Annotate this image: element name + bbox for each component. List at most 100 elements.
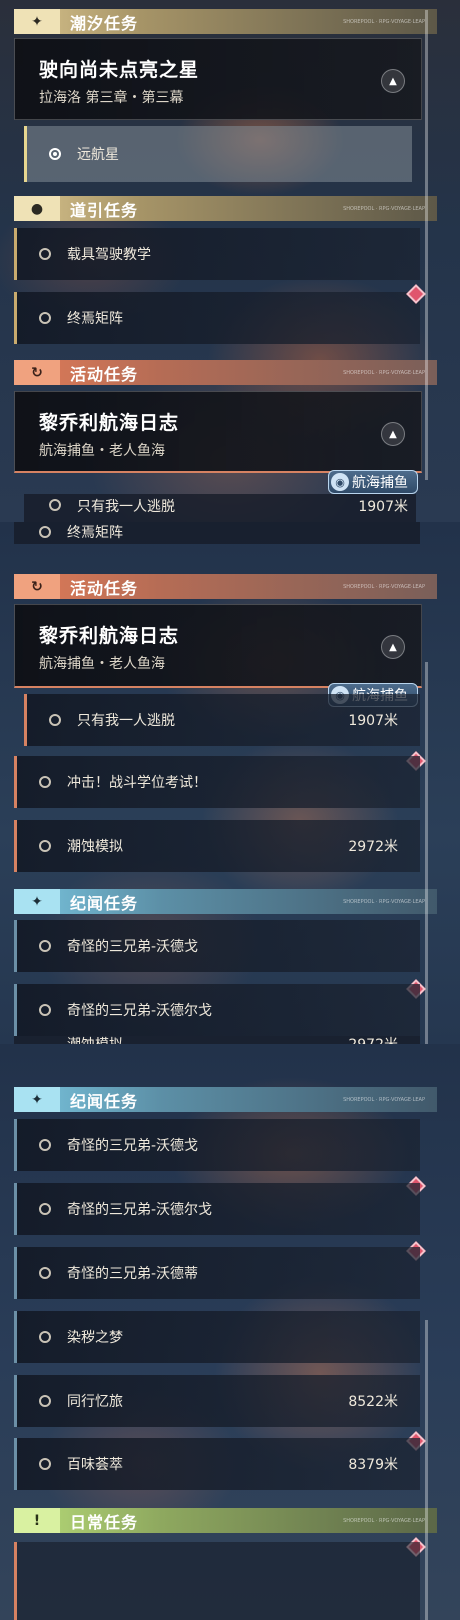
quest-name: 载具驾驶教学 xyxy=(67,247,151,263)
category-header-legend[interactable]: ✦ 纪闻任务 SHOREPOOL · RPG·VOYAGE·LEAP xyxy=(14,889,437,914)
category-label: 纪闻任务 xyxy=(70,893,139,913)
category-label: 道引任务 xyxy=(70,200,139,220)
quest-item[interactable]: 奇怪的三兄弟-沃德蒂 xyxy=(14,1247,420,1299)
collapse-button[interactable]: ▲ xyxy=(381,422,405,446)
main-quest-card[interactable]: 驶向尚未点亮之星 拉海洛 第三章・第三幕 ▲ xyxy=(14,38,422,120)
sparkle-icon: ✦ xyxy=(14,889,60,914)
radio-icon xyxy=(39,1395,51,1407)
category-label: 活动任务 xyxy=(70,578,139,598)
category-tiny-text: SHOREPOOL · RPG·VOYAGE·LEAP xyxy=(343,18,425,25)
scrollbar[interactable] xyxy=(425,662,428,1044)
radio-icon xyxy=(39,776,51,788)
category-header-tide[interactable]: ✦ 潮汐任务 SHOREPOOL · RPG·VOYAGE·LEAP xyxy=(14,9,437,34)
quest-name: 只有我一人逃脱 xyxy=(77,713,175,729)
chevron-up-icon: ▲ xyxy=(389,428,397,440)
category-header-legend[interactable]: ✦ 纪闻任务 SHOREPOOL · RPG·VOYAGE·LEAP xyxy=(14,1087,437,1112)
category-label: 活动任务 xyxy=(70,364,139,384)
quest-item[interactable]: 终焉矩阵 xyxy=(14,292,420,344)
category-tiny-text: SHOREPOOL · RPG·VOYAGE·LEAP xyxy=(343,1096,425,1103)
quest-distance: 8522米 xyxy=(348,1394,398,1410)
category-label: 日常任务 xyxy=(70,1512,139,1532)
quest-subtitle: 航海捕鱼・老人鱼海 xyxy=(39,443,165,459)
chevron-up-icon: ▲ xyxy=(389,75,397,87)
quest-item[interactable]: 百味荟萃 8379米 xyxy=(14,1438,420,1490)
quest-item-partial[interactable]: 终焉矩阵 xyxy=(14,522,420,544)
exclamation-icon: ! xyxy=(14,1508,60,1533)
radio-icon xyxy=(49,714,61,726)
quest-distance: 2972米 xyxy=(348,1036,398,1044)
collapse-button[interactable]: ▲ xyxy=(381,69,405,93)
refresh-icon: ↻ xyxy=(14,360,60,385)
radio-icon xyxy=(39,1458,51,1470)
category-label: 潮汐任务 xyxy=(70,13,139,33)
quest-name: 奇怪的三兄弟-沃德戈 xyxy=(67,1138,199,1154)
quest-item-selected[interactable]: 远航星 xyxy=(24,126,412,182)
quest-distance: 1907米 xyxy=(358,499,408,515)
quest-item-partial[interactable]: 只有我一人逃脱 1907米 xyxy=(24,494,416,522)
event-quest-card[interactable]: 黎乔利航海日志 航海捕鱼・老人鱼海 ▲ xyxy=(14,391,422,473)
category-header-event[interactable]: ↻ 活动任务 SHOREPOOL · RPG·VOYAGE·LEAP xyxy=(14,360,437,385)
quest-item[interactable]: 奇怪的三兄弟-沃德尔戈 xyxy=(14,1183,420,1235)
radio-icon xyxy=(39,1267,51,1279)
radio-icon xyxy=(39,312,51,324)
radio-icon xyxy=(39,1203,51,1215)
quest-name: 百味荟萃 xyxy=(67,1457,123,1473)
category-tiny-text: SHOREPOOL · RPG·VOYAGE·LEAP xyxy=(343,898,425,905)
radio-icon xyxy=(39,526,51,538)
category-header-event[interactable]: ↻ 活动任务 SHOREPOOL · RPG·VOYAGE·LEAP xyxy=(14,574,437,599)
quest-item-partial[interactable] xyxy=(14,1542,420,1620)
fishing-badge: ◉ 航海捕鱼 xyxy=(328,470,418,494)
radio-icon xyxy=(39,1331,51,1343)
quest-name: 染秽之梦 xyxy=(67,1330,123,1346)
sparkle-icon: ✦ xyxy=(14,9,60,34)
quest-distance: 2972米 xyxy=(348,839,398,855)
quest-item[interactable]: 奇怪的三兄弟-沃德戈 xyxy=(14,920,420,972)
quest-item[interactable]: 冲击！战斗学位考试！ xyxy=(14,756,420,808)
quest-name: 冲击！战斗学位考试！ xyxy=(67,775,207,791)
quest-item[interactable]: 染秽之梦 xyxy=(14,1311,420,1363)
map-pin-icon: ● xyxy=(14,196,60,221)
quest-item[interactable]: 奇怪的三兄弟-沃德戈 xyxy=(14,1119,420,1171)
radio-icon xyxy=(49,499,61,511)
quest-name: 同行忆旅 xyxy=(67,1394,123,1410)
quest-name: 潮蚀模拟 xyxy=(67,1036,123,1044)
event-quest-card[interactable]: 黎乔利航海日志 航海捕鱼・老人鱼海 ▲ xyxy=(14,604,422,688)
quest-item[interactable]: 载具驾驶教学 xyxy=(14,228,420,280)
quest-distance: 8379米 xyxy=(348,1457,398,1473)
quest-title: 黎乔利航海日志 xyxy=(39,412,180,434)
chevron-up-icon: ▲ xyxy=(389,641,397,653)
quest-name: 远航星 xyxy=(77,147,119,163)
quest-item-partial[interactable]: 潮蚀模拟 2972米 xyxy=(14,1036,420,1044)
quest-name: 终焉矩阵 xyxy=(67,525,123,541)
quest-item[interactable]: 只有我一人逃脱 1907米 xyxy=(24,694,420,746)
scrollbar[interactable] xyxy=(425,10,428,480)
quest-title: 黎乔利航海日志 xyxy=(39,625,180,647)
badge-label: 航海捕鱼 xyxy=(352,475,408,491)
category-tiny-text: SHOREPOOL · RPG·VOYAGE·LEAP xyxy=(343,1517,425,1524)
category-tiny-text: SHOREPOOL · RPG·VOYAGE·LEAP xyxy=(343,583,425,590)
category-tiny-text: SHOREPOOL · RPG·VOYAGE·LEAP xyxy=(343,205,425,212)
quest-title: 驶向尚未点亮之星 xyxy=(39,59,200,81)
quest-item[interactable]: 潮蚀模拟 2972米 xyxy=(14,820,420,872)
category-tiny-text: SHOREPOOL · RPG·VOYAGE·LEAP xyxy=(343,369,425,376)
radio-icon xyxy=(39,248,51,260)
scrollbar[interactable] xyxy=(425,1320,428,1620)
quest-panel-segment-3: ✦ 纪闻任务 SHOREPOOL · RPG·VOYAGE·LEAP 奇怪的三兄… xyxy=(0,1044,460,1620)
radio-icon xyxy=(39,840,51,852)
quest-item[interactable]: 同行忆旅 8522米 xyxy=(14,1375,420,1427)
quest-panel-segment-1: ✦ 潮汐任务 SHOREPOOL · RPG·VOYAGE·LEAP 驶向尚未点… xyxy=(0,0,460,522)
quest-name: 奇怪的三兄弟-沃德戈 xyxy=(67,939,199,955)
fish-icon: ◉ xyxy=(331,473,349,491)
category-header-guide[interactable]: ● 道引任务 SHOREPOOL · RPG·VOYAGE·LEAP xyxy=(14,196,437,221)
quest-name: 潮蚀模拟 xyxy=(67,839,123,855)
quest-name: 奇怪的三兄弟-沃德尔戈 xyxy=(67,1003,213,1019)
category-header-daily[interactable]: ! 日常任务 SHOREPOOL · RPG·VOYAGE·LEAP xyxy=(14,1508,437,1533)
quest-name: 奇怪的三兄弟-沃德蒂 xyxy=(67,1266,199,1282)
collapse-button[interactable]: ▲ xyxy=(381,635,405,659)
category-label: 纪闻任务 xyxy=(70,1091,139,1111)
quest-item[interactable]: 奇怪的三兄弟-沃德尔戈 xyxy=(14,984,420,1036)
quest-distance: 1907米 xyxy=(348,713,398,729)
radio-selected-icon xyxy=(49,148,61,160)
quest-name: 终焉矩阵 xyxy=(67,311,123,327)
radio-icon xyxy=(39,940,51,952)
